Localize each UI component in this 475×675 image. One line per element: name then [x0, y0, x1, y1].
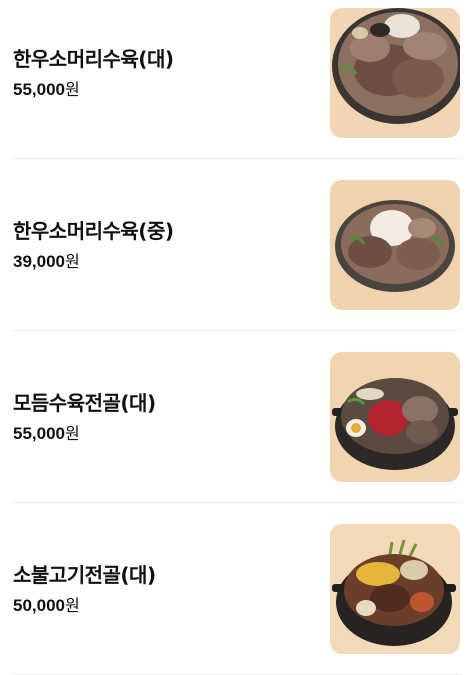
menu-item-name: 한우소머리수육(대) — [13, 46, 174, 71]
menu-list: 한우소머리수육(대) 55,000원 한우소머리수육(중) 39,000원 모듬… — [0, 0, 475, 675]
menu-item-text: 한우소머리수육(중) 39,000원 — [13, 218, 174, 272]
menu-item-photo[interactable] — [330, 7, 460, 138]
price-value: 39,000 — [13, 251, 65, 271]
menu-item-price: 55,000원 — [13, 80, 173, 100]
beef-head-suyuk-photo-art — [330, 7, 460, 138]
price-unit: 원 — [65, 423, 80, 443]
menu-item-photo[interactable] — [330, 523, 460, 654]
menu-item-price: 55,000원 — [13, 424, 156, 444]
menu-item-price: 50,000원 — [13, 596, 156, 616]
menu-item-text: 모듬수육전골(대) 55,000원 — [13, 390, 156, 444]
price-unit: 원 — [65, 595, 80, 615]
menu-item-text: 소불고기전골(대) 50,000원 — [13, 562, 156, 616]
price-unit: 원 — [65, 79, 80, 99]
price-value: 55,000 — [13, 79, 65, 99]
menu-item-name: 모듬수육전골(대) — [13, 390, 156, 415]
menu-item-text: 한우소머리수육(대) 55,000원 — [13, 46, 174, 100]
menu-item[interactable]: 소불고기전골(대) 50,000원 — [13, 503, 462, 675]
menu-item[interactable]: 한우소머리수육(대) 55,000원 — [13, 0, 462, 159]
menu-item[interactable]: 한우소머리수육(중) 39,000원 — [13, 159, 462, 331]
menu-item-name: 소불고기전골(대) — [13, 562, 156, 587]
price-value: 50,000 — [13, 595, 65, 615]
price-unit: 원 — [65, 251, 80, 271]
menu-item-photo[interactable] — [330, 179, 460, 310]
menu-item[interactable]: 모듬수육전골(대) 55,000원 — [13, 331, 462, 503]
beef-head-suyuk-photo-art — [330, 179, 460, 310]
price-value: 55,000 — [13, 423, 65, 443]
menu-item-name: 한우소머리수육(중) — [13, 218, 174, 243]
assorted-hotpot-photo-art — [330, 351, 460, 482]
menu-item-photo[interactable] — [330, 351, 460, 482]
bulgogi-hotpot-photo-art — [330, 523, 460, 654]
menu-item-price: 39,000원 — [13, 252, 173, 272]
